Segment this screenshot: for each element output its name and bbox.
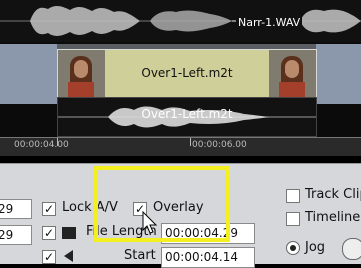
- highlight-box: [94, 166, 230, 242]
- timeline-label: Timeline: [305, 210, 361, 225]
- left-field-1[interactable]: 29: [0, 199, 32, 219]
- mouse-cursor-icon: [142, 211, 158, 234]
- video-clip-title: Over1-Left.m2t: [141, 66, 233, 80]
- jog-wheel-icon[interactable]: [342, 238, 361, 260]
- jog-label: Jog: [305, 240, 326, 255]
- track-clip-label: Track Clip: [305, 187, 361, 202]
- left-field-2[interactable]: 29: [0, 225, 32, 245]
- timeline-area: Narr-1.WAV Over1-Left.m2t Over1-Left.m2t…: [0, 0, 361, 156]
- ruler-time-left: 00:00:04.00: [14, 140, 69, 150]
- audio-event-clip[interactable]: Over1-Left.m2t: [57, 97, 317, 137]
- track-empty-left: [0, 44, 57, 104]
- clip-thumbnail-end: [269, 50, 316, 97]
- track-empty-right: [316, 44, 361, 104]
- narration-waveform: [0, 6, 361, 36]
- narration-clip-label[interactable]: Narr-1.WAV: [236, 16, 303, 29]
- timeline-ruler[interactable]: 00:00:04.00 00:00:06.00: [0, 137, 361, 156]
- start-field[interactable]: 00:00:04.14: [161, 247, 255, 268]
- clip-thumbnail-start: [58, 50, 105, 97]
- video-event-clip[interactable]: Over1-Left.m2t: [57, 49, 317, 98]
- narration-track: Narr-1.WAV: [0, 0, 361, 42]
- lock-av-checkbox[interactable]: ✓: [42, 202, 56, 216]
- track-clip-checkbox[interactable]: [286, 189, 300, 203]
- start-checkbox[interactable]: ✓: [42, 250, 56, 264]
- audio-clip-title: Over1-Left.m2t: [141, 107, 233, 121]
- timeline-checkbox[interactable]: [286, 212, 300, 226]
- file-length-checkbox[interactable]: ✓: [42, 226, 56, 240]
- speaker-icon: [64, 250, 73, 262]
- start-label: Start: [124, 248, 156, 263]
- film-icon: [62, 227, 76, 239]
- ruler-time-right: 00:00:06.00: [192, 140, 247, 150]
- jog-radio[interactable]: [286, 241, 300, 255]
